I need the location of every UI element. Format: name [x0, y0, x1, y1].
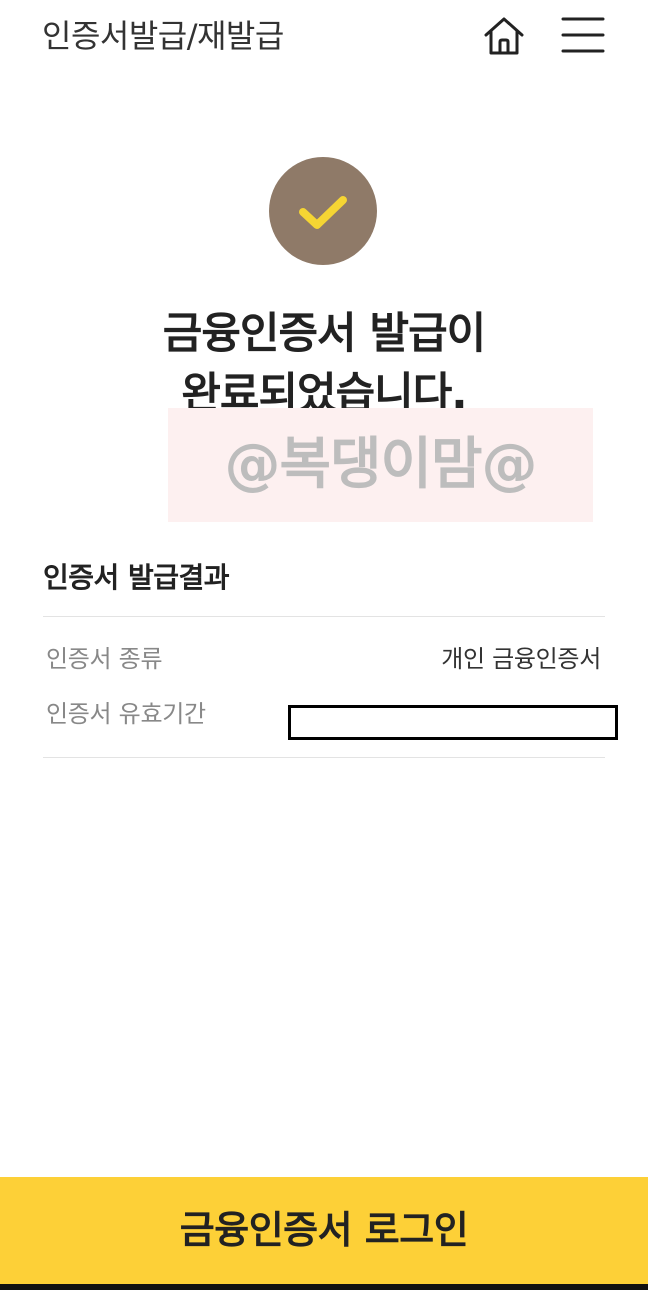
certificate-type-label: 인증서 종류: [46, 645, 163, 673]
result-section-title: 인증서 발급결과: [43, 561, 230, 594]
certificate-type-value: 개인 금융인증서: [441, 645, 601, 673]
headline-line-1: 금융인증서 발급이: [162, 309, 486, 359]
page-title: 인증서발급/재발급: [42, 17, 284, 55]
home-icon: [484, 17, 524, 55]
app-header: 인증서발급/재발급: [0, 0, 648, 72]
home-button[interactable]: [480, 12, 528, 60]
watermark-text: @복댕이맘@: [224, 432, 537, 497]
divider-bottom: [43, 757, 605, 758]
check-icon: [299, 196, 347, 229]
redaction-box: [288, 705, 618, 740]
certificate-login-button[interactable]: 금융인증서 로그인: [0, 1177, 648, 1284]
hamburger-menu-icon: [561, 17, 605, 53]
certificate-validity-label: 인증서 유효기간: [46, 700, 206, 728]
completion-headline: 금융인증서 발급이 완료되었습니다.: [0, 304, 648, 424]
watermark: @복댕이맘@: [168, 408, 593, 522]
bottom-system-bar: [0, 1284, 648, 1290]
divider-top: [43, 616, 605, 617]
certificate-issue-complete-page: 인증서발급/재발급 금융인증서 발급이 완료되었습니다. @복댕이맘@ 인증서: [0, 0, 648, 1290]
success-status-badge: [269, 157, 377, 265]
menu-button[interactable]: [560, 14, 606, 56]
